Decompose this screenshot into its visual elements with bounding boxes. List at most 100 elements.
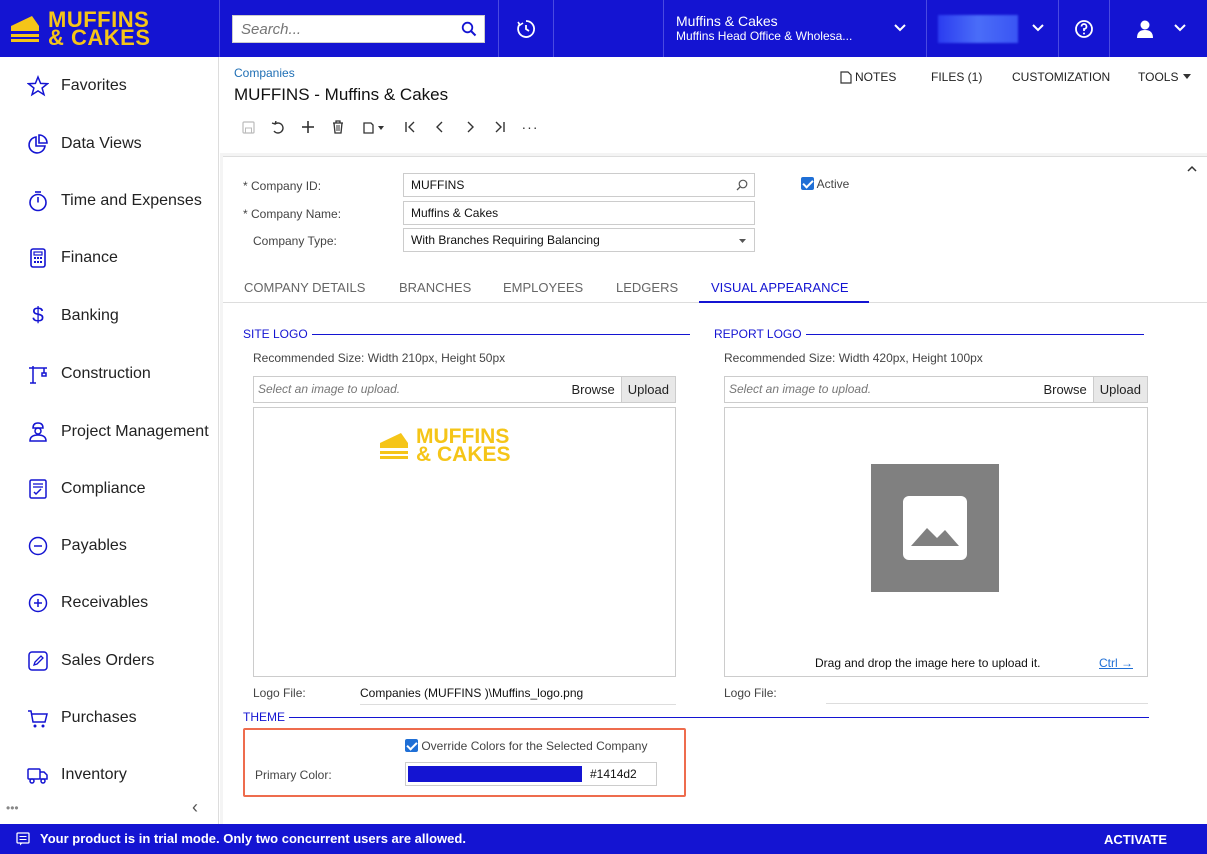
cake-logo-icon xyxy=(380,433,408,459)
user-icon[interactable] xyxy=(1120,0,1170,57)
primary-color-picker[interactable]: #1414d2 xyxy=(405,762,657,786)
sidebar-item-purchases[interactable]: Purchases xyxy=(0,698,219,738)
search-icon[interactable] xyxy=(461,21,477,40)
sidebar: Favorites Data Views Time and Expenses F… xyxy=(0,57,219,824)
site-logo-browse-button[interactable]: Browse xyxy=(565,377,621,402)
report-logo-recommended: Recommended Size: Width 420px, Height 10… xyxy=(724,351,983,365)
report-logo-dropzone[interactable]: Drag and drop the image here to upload i… xyxy=(724,407,1148,677)
notes-button[interactable]: NOTES xyxy=(840,70,896,84)
minus-circle-icon xyxy=(27,535,49,557)
sidebar-item-data-views[interactable]: Data Views xyxy=(0,124,219,164)
company-id-label: * Company ID: xyxy=(243,179,322,193)
image-icon xyxy=(903,496,967,560)
company-type-select[interactable]: With Branches Requiring Balancing xyxy=(403,228,755,252)
site-logo-file-link[interactable]: Companies (MUFFINS )\Muffins_logo.png xyxy=(360,686,676,705)
site-logo-file-input[interactable]: Select an image to upload. xyxy=(254,377,565,402)
search-icon[interactable] xyxy=(736,179,748,191)
report-logo-upload-button[interactable]: Upload xyxy=(1092,377,1147,402)
sidebar-item-time-and-expenses[interactable]: Time and Expenses xyxy=(0,181,219,221)
customization-button[interactable]: CUSTOMIZATION xyxy=(1012,70,1110,84)
save-icon[interactable] xyxy=(234,117,262,137)
delete-icon[interactable] xyxy=(324,117,352,137)
checkbox-checked-icon xyxy=(405,739,418,752)
company-branch: Muffins Head Office & Wholesa... xyxy=(676,29,853,43)
page-header: Companies MUFFINS - Muffins & Cakes NOTE… xyxy=(220,57,1207,153)
chevron-down-icon[interactable] xyxy=(1170,20,1190,36)
tools-button[interactable]: TOOLS xyxy=(1138,70,1192,84)
tab-ledgers[interactable]: LEDGERS xyxy=(616,280,678,295)
last-record-icon[interactable] xyxy=(486,117,514,137)
override-colors-checkbox[interactable]: Override Colors for the Selected Company xyxy=(405,739,647,753)
crane-icon xyxy=(27,363,49,385)
sidebar-item-sales-orders[interactable]: Sales Orders xyxy=(0,641,219,681)
checkbox-checked-icon xyxy=(801,177,814,190)
document-icon xyxy=(840,70,852,84)
checklist-icon xyxy=(27,478,49,500)
primary-color-label: Primary Color: xyxy=(255,768,332,782)
toolbar: ··· xyxy=(234,117,546,137)
sidebar-item-compliance[interactable]: Compliance xyxy=(0,469,219,509)
drag-drop-hint: Drag and drop the image here to upload i… xyxy=(815,656,1041,670)
tab-visual-appearance[interactable]: VISUAL APPEARANCE xyxy=(711,280,849,295)
ctrl-paste-link[interactable]: Ctrl → xyxy=(1099,656,1133,670)
company-id-field[interactable]: MUFFINS xyxy=(403,173,755,197)
more-items-icon[interactable]: ••• xyxy=(6,801,19,815)
page-title: MUFFINS - Muffins & Cakes xyxy=(234,85,449,104)
company-selector[interactable]: Muffins & Cakes Muffins Head Office & Wh… xyxy=(676,14,926,44)
cart-icon xyxy=(27,707,49,729)
plus-circle-icon xyxy=(27,592,49,614)
site-logo-upload-button[interactable]: Upload xyxy=(620,377,675,402)
tab-company-details[interactable]: COMPANY DETAILS xyxy=(244,280,365,295)
copy-paste-icon[interactable] xyxy=(354,117,394,137)
first-record-icon[interactable] xyxy=(396,117,424,137)
company-name-field[interactable]: Muffins & Cakes xyxy=(403,201,755,225)
activate-button[interactable]: ACTIVATE xyxy=(1104,832,1167,847)
color-swatch[interactable] xyxy=(408,766,582,782)
sidebar-item-favorites[interactable]: Favorites xyxy=(0,66,219,106)
previous-record-icon[interactable] xyxy=(426,117,454,137)
report-logo-file-input[interactable]: Select an image to upload. xyxy=(725,377,1037,402)
sidebar-item-receivables[interactable]: Receivables xyxy=(0,583,219,623)
chevron-down-icon[interactable] xyxy=(890,20,910,36)
site-logo-preview[interactable]: MUFFINS & CAKES xyxy=(253,407,676,677)
sidebar-item-construction[interactable]: Construction xyxy=(0,354,219,394)
user-branch-blurred[interactable] xyxy=(938,15,1018,43)
company-type-label: Company Type: xyxy=(253,234,337,248)
next-record-icon[interactable] xyxy=(456,117,484,137)
more-actions-icon[interactable]: ··· xyxy=(516,117,544,137)
cake-logo-icon xyxy=(11,15,39,42)
report-logo-browse-button[interactable]: Browse xyxy=(1037,377,1093,402)
dollar-icon: $ xyxy=(32,304,44,327)
breadcrumb[interactable]: Companies xyxy=(234,66,295,80)
trial-status-bar: Your product is in trial mode. Only two … xyxy=(0,824,1207,854)
sidebar-item-finance[interactable]: Finance xyxy=(0,238,219,278)
sidebar-item-payables[interactable]: Payables xyxy=(0,526,219,566)
star-icon xyxy=(27,75,49,97)
history-icon[interactable] xyxy=(499,0,553,57)
collapse-form-icon[interactable] xyxy=(1187,165,1197,172)
tab-bar: COMPANY DETAILS BRANCHES EMPLOYEES LEDGE… xyxy=(223,273,1207,303)
brand-logo[interactable]: MUFFINS & CAKES xyxy=(0,0,219,57)
company-form: * Company ID: MUFFINS Active * Company N… xyxy=(223,156,1207,824)
report-logo-upload: Select an image to upload. Browse Upload xyxy=(724,376,1148,403)
search-input[interactable] xyxy=(233,16,453,42)
active-checkbox[interactable]: Active xyxy=(801,177,849,191)
chevron-down-icon[interactable] xyxy=(1028,20,1048,36)
calculator-icon xyxy=(27,247,49,269)
sidebar-item-banking[interactable]: $ Banking xyxy=(0,296,219,336)
logo-text: MUFFINS & CAKES xyxy=(48,6,151,50)
image-placeholder xyxy=(871,464,999,592)
sidebar-item-inventory[interactable]: Inventory xyxy=(0,755,219,795)
theme-section-title: THEME xyxy=(243,710,1149,724)
help-icon[interactable] xyxy=(1059,0,1109,57)
tab-branches[interactable]: BRANCHES xyxy=(399,280,471,295)
add-icon[interactable] xyxy=(294,117,322,137)
collapse-sidebar-icon[interactable]: ‹ xyxy=(192,797,198,818)
search-box[interactable] xyxy=(232,15,485,43)
pencil-square-icon xyxy=(27,650,49,672)
undo-icon[interactable] xyxy=(264,117,292,137)
files-button[interactable]: FILES (1) xyxy=(931,70,982,84)
tab-employees[interactable]: EMPLOYEES xyxy=(503,280,583,295)
primary-color-value[interactable]: #1414d2 xyxy=(590,767,637,781)
sidebar-item-project-management[interactable]: Project Management xyxy=(0,412,219,452)
